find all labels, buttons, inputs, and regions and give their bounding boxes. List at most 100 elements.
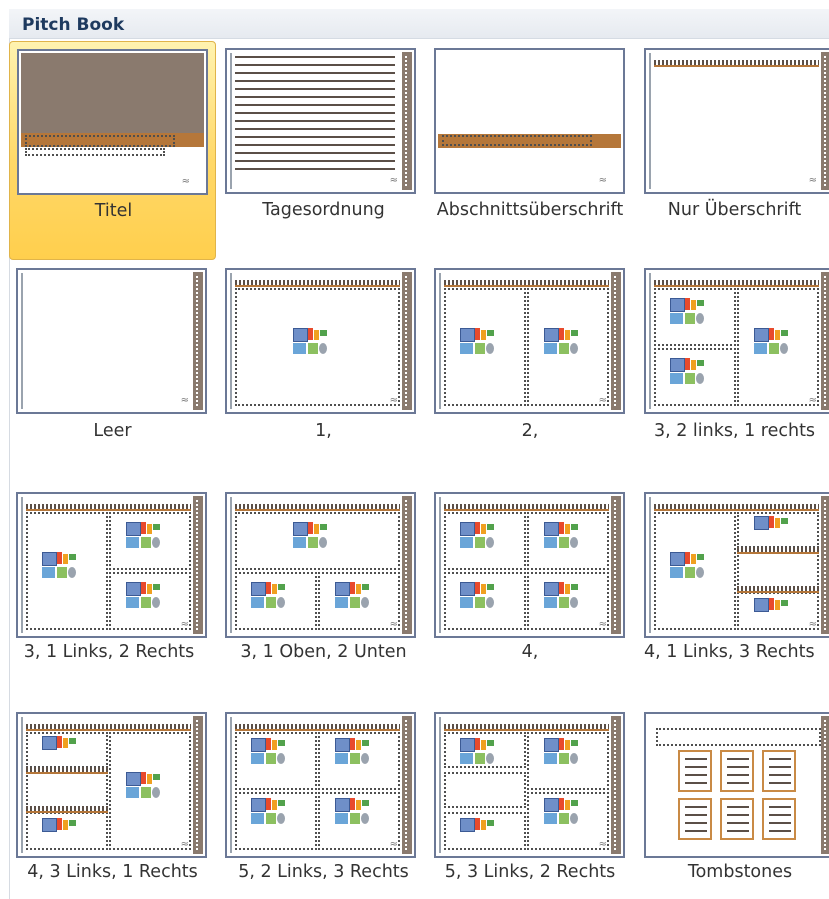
content-icons	[460, 582, 494, 610]
logo-mark-icon: ≈	[598, 395, 607, 406]
title-rule	[444, 504, 609, 511]
layout-tile-abschnittsueberschrift[interactable]: ≈ Abschnittsüberschrift	[430, 41, 630, 260]
layout-tile-nur-ueberschrift[interactable]: ≈ Nur Überschrift	[640, 41, 829, 260]
layout-tile-tagesordnung[interactable]: ≈ Tagesordnung	[220, 41, 427, 260]
subtitle-placeholder	[25, 148, 165, 156]
side-bar	[821, 52, 829, 190]
side-bar	[193, 716, 203, 854]
content-icons	[460, 328, 494, 356]
content-icons	[670, 358, 704, 386]
layout-gallery: Pitch Book ≈ Titel ≈ Tagesordnung ≈ Absc…	[0, 0, 829, 899]
left-rule	[230, 53, 232, 189]
content-icons	[460, 738, 494, 766]
layout-label: 5, 2 Links, 3 Rechts	[238, 862, 409, 882]
logo-mark-icon: ≈	[180, 839, 189, 850]
content-icons	[544, 798, 578, 826]
title-rule	[26, 724, 191, 731]
layout-thumbnail: ≈	[225, 48, 416, 194]
left-rule	[230, 497, 232, 633]
layout-label: 1,	[315, 421, 332, 441]
content-icons	[251, 798, 285, 826]
layout-tile-4-1-links-3-rechts[interactable]: ≈ 4, 1 Links, 3 Rechts	[640, 488, 829, 678]
layout-thumbnail: ≈	[16, 712, 207, 858]
side-bar	[611, 716, 621, 854]
side-bar	[402, 52, 412, 190]
layout-tile-3-2-links-1-rechts[interactable]: ≈ 3, 2 links, 1 rechts	[640, 264, 829, 454]
content-icons	[670, 298, 704, 326]
layout-label: 4, 1 Links, 3 Rechts	[644, 642, 815, 662]
logo-mark-icon: ≈	[180, 619, 189, 630]
content-icons	[335, 582, 369, 610]
layout-thumbnail: ≈	[644, 48, 829, 194]
layout-label: 3, 1 Links, 2 Rechts	[23, 642, 195, 662]
tombstone-lines	[685, 758, 707, 786]
tombstone-box	[720, 750, 754, 792]
layout-thumbnail: ≈	[16, 492, 207, 638]
layout-tile-tombstones[interactable]: Tombstones	[640, 708, 829, 898]
layout-label: 2,	[521, 421, 539, 441]
content-icons	[293, 328, 327, 356]
layout-tile-1[interactable]: ≈ 1,	[220, 264, 427, 454]
layout-label: 4,	[521, 642, 539, 662]
left-rule	[21, 497, 23, 633]
content-icons	[251, 738, 285, 766]
layout-thumbnail: ≈	[225, 492, 416, 638]
layout-tile-5-2-links-3-rechts[interactable]: ≈ 5, 2 Links, 3 Rechts	[220, 708, 427, 898]
layout-tile-2[interactable]: ≈ 2,	[430, 264, 630, 454]
layout-label: Leer	[93, 421, 132, 441]
layout-tile-titel[interactable]: ≈ Titel	[9, 41, 216, 260]
title-rule	[654, 280, 819, 287]
content-placeholder	[737, 552, 819, 588]
title-rule	[654, 60, 819, 67]
layout-label: Nur Überschrift	[667, 200, 802, 220]
tombstone-lines	[769, 806, 791, 834]
logo-mark-icon: ≈	[389, 839, 398, 850]
content-icons	[670, 552, 704, 580]
layout-tile-5-3-links-2-rechts[interactable]: ≈ 5, 3 Links, 2 Rechts	[430, 708, 630, 898]
layout-label: 3, 2 links, 1 rechts	[653, 421, 816, 441]
layout-thumbnail: ≈	[644, 268, 829, 414]
left-rule	[439, 717, 441, 853]
content-icons	[293, 522, 327, 550]
content-icons	[460, 522, 494, 550]
title-rule	[235, 504, 400, 511]
side-bar	[402, 496, 412, 634]
layout-tile-leer[interactable]: ≈ Leer	[9, 264, 216, 454]
title-rule	[26, 504, 191, 511]
layout-tile-3-1-oben-2-unten[interactable]: ≈ 3, 1 Oben, 2 Unten	[220, 488, 427, 678]
title-block	[21, 53, 204, 133]
side-bar	[402, 716, 412, 854]
left-rule	[439, 497, 441, 633]
layout-tile-4[interactable]: ≈ 4,	[430, 488, 630, 678]
side-bar	[193, 496, 203, 634]
layout-tile-4-3-links-1-rechts[interactable]: ≈ 4, 3 Links, 1 Rechts	[9, 708, 216, 898]
side-bar	[821, 496, 829, 634]
content-icons	[335, 738, 369, 766]
content-icons	[42, 552, 76, 580]
logo-mark-icon: ≈	[598, 175, 607, 186]
left-rule	[649, 53, 651, 189]
tombstone-box	[762, 798, 796, 840]
section-rule	[26, 767, 108, 774]
title-rule	[235, 724, 400, 731]
left-rule	[21, 717, 23, 853]
layout-thumbnail	[644, 712, 829, 858]
gallery-title: Pitch Book	[22, 15, 125, 35]
side-bar	[821, 272, 829, 410]
logo-mark-icon: ≈	[181, 176, 190, 187]
layout-thumbnail: ≈	[225, 268, 416, 414]
title-placeholder	[25, 135, 175, 147]
layout-tile-3-1-links-2-rechts[interactable]: ≈ 3, 1 Links, 2 Rechts	[9, 488, 216, 678]
side-bar	[611, 272, 621, 410]
gallery-header: Pitch Book	[9, 9, 829, 39]
section-title-placeholder	[442, 135, 592, 146]
logo-mark-icon: ≈	[598, 619, 607, 630]
content-icons	[544, 328, 578, 356]
tombstone-box	[678, 798, 712, 840]
content-placeholder	[444, 772, 526, 808]
left-rule	[649, 273, 651, 409]
left-rule	[230, 273, 232, 409]
content-icons	[754, 598, 788, 612]
layout-label: Tombstones	[687, 862, 793, 882]
layout-thumbnail: ≈	[17, 49, 208, 195]
